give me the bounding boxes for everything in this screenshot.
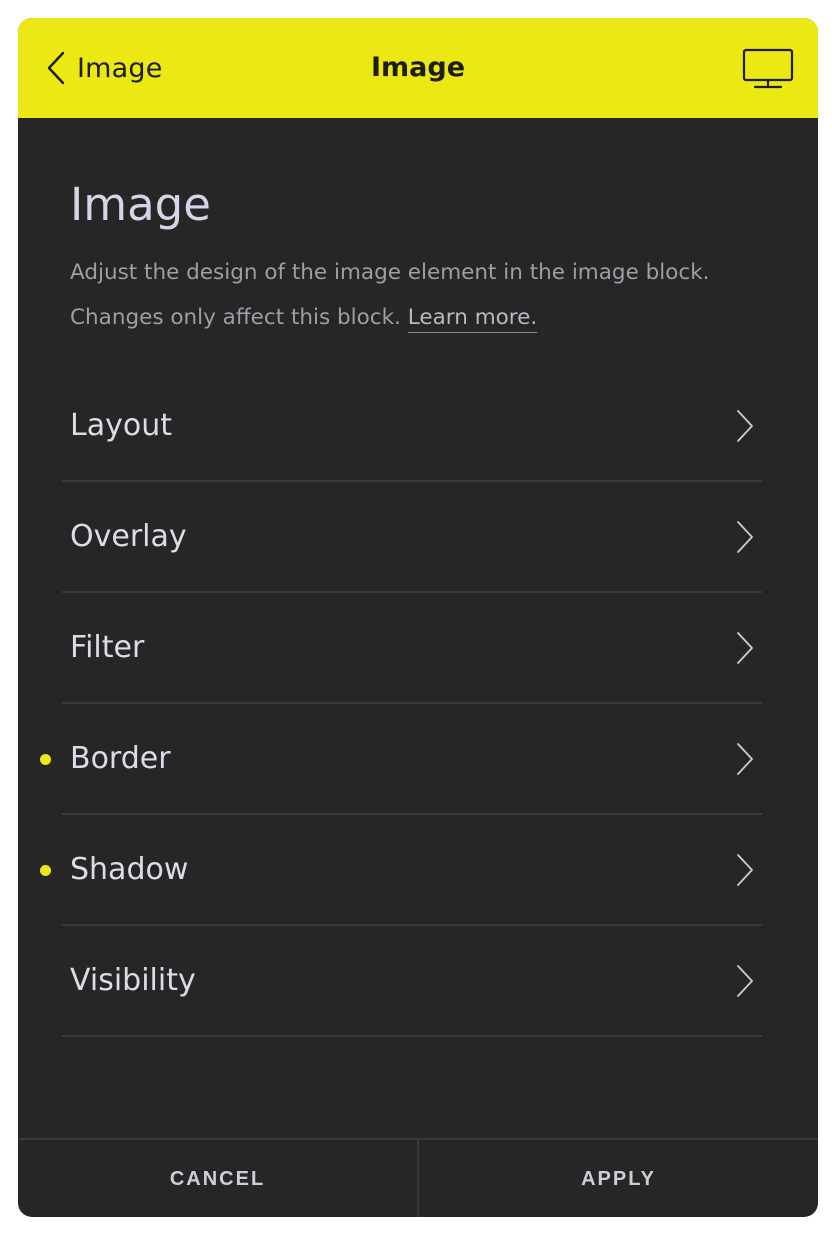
panel-header: Image Image — [18, 18, 818, 118]
settings-item-label: Layout — [70, 408, 172, 443]
settings-item-layout[interactable]: Layout — [62, 371, 762, 482]
modified-indicator-dot — [40, 754, 51, 765]
description-text: Adjust the design of the image element i… — [70, 260, 710, 330]
modified-indicator-dot — [40, 865, 51, 876]
settings-item-label: Filter — [70, 630, 145, 665]
settings-item-filter[interactable]: Filter — [62, 593, 762, 704]
settings-item-label: Shadow — [70, 852, 189, 887]
settings-item-border[interactable]: Border — [40, 704, 762, 815]
header-title: Image — [370, 52, 466, 83]
image-settings-panel: Image Image Image Adjust the design of t… — [18, 18, 818, 1217]
page-title: Image — [70, 178, 211, 231]
settings-item-overlay[interactable]: Overlay — [62, 482, 762, 593]
settings-item-label: Border — [70, 741, 171, 776]
apply-button[interactable]: APPLY — [419, 1140, 818, 1217]
chevron-right-icon — [737, 743, 753, 775]
learn-more-link[interactable]: Learn more. — [407, 305, 538, 333]
desktop-icon[interactable] — [742, 48, 794, 90]
chevron-right-icon — [737, 521, 753, 553]
settings-item-shadow[interactable]: Shadow — [40, 815, 762, 926]
chevron-right-icon — [737, 965, 753, 997]
chevron-right-icon — [737, 632, 753, 664]
settings-item-visibility[interactable]: Visibility — [62, 926, 762, 1037]
panel-footer: CANCEL APPLY — [18, 1138, 818, 1217]
cancel-button[interactable]: CANCEL — [18, 1140, 417, 1217]
panel-description: Adjust the design of the image element i… — [70, 250, 760, 340]
settings-list: Layout Overlay Filter Border Shadow Visi… — [40, 371, 762, 1037]
settings-item-label: Visibility — [70, 963, 196, 998]
chevron-right-icon — [737, 410, 753, 442]
chevron-right-icon — [737, 854, 753, 886]
settings-item-label: Overlay — [70, 519, 187, 554]
